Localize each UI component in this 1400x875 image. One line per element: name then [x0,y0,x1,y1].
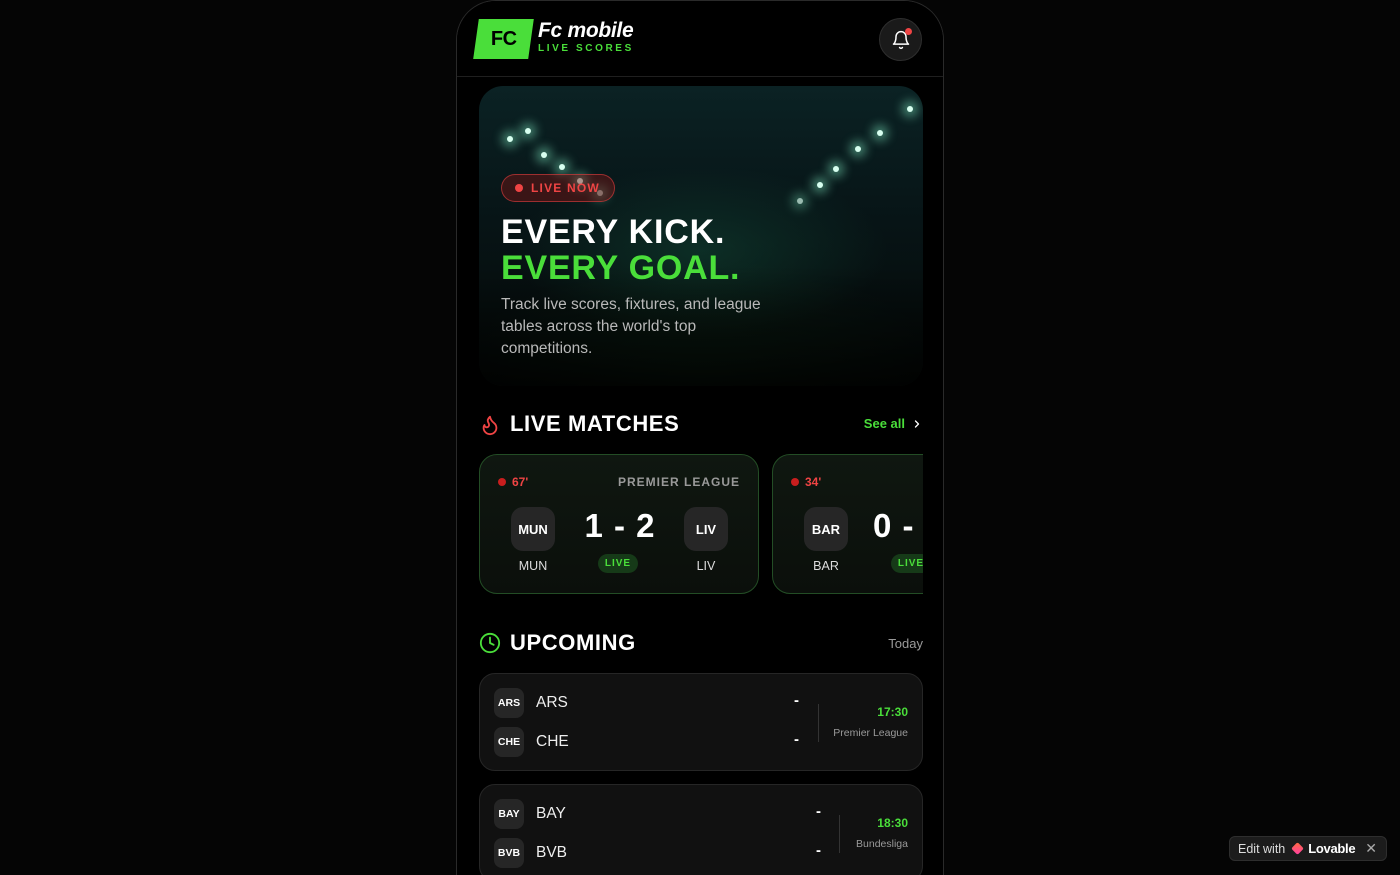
team-badge: ARS [494,688,524,718]
hero-banner: LIVE NOW EVERY KICK. EVERY GOAL. Track l… [479,86,923,386]
match-score: 0 - [873,507,915,544]
chevron-right-icon [914,419,920,428]
away-team-name: LIV [696,559,716,573]
live-now-badge: LIVE NOW [501,174,615,202]
hero-headline-1: EVERY KICK. [501,213,726,251]
away-team-crest: LIV [684,507,728,551]
match-minute: 67' [498,475,528,489]
team-name: ARS [536,694,568,711]
upcoming-header: UPCOMING Today [479,629,923,659]
home-team-name: BAR [813,559,839,573]
live-matches-header: LIVE MATCHES See all [479,410,923,440]
team-badge: BVB [494,838,524,868]
home-team-crest: MUN [511,507,555,551]
upcoming-title: UPCOMING [510,630,636,655]
match-minute: 34' [791,475,821,489]
live-match-card[interactable]: 34' BAR BAR 0 - LIVE [772,454,923,594]
team-name: BVB [536,844,568,861]
flame-icon [482,415,498,436]
close-icon[interactable]: ✕ [1365,840,1377,857]
app-name: Fc mobile [538,19,634,42]
app-header: FC Fc mobile LIVE SCORES [457,1,943,77]
team-badge: BAY [494,799,524,829]
app-subtitle: LIVE SCORES [538,43,634,54]
match-minute-label: 67' [512,475,529,489]
live-status-tag: LIVE [598,554,638,573]
fixture-divider [839,815,840,853]
edit-with-label: Edit with [1238,841,1286,856]
match-league: PREMIER LEAGUE [617,475,740,489]
away-score-placeholder: - [816,842,821,859]
team-name: CHE [536,733,569,750]
home-score-placeholder: - [794,692,799,709]
upcoming-filter[interactable]: Today [888,636,923,651]
away-score-placeholder: - [794,731,799,748]
fixture-away-team: BVB BVB [494,838,567,868]
live-dot [515,184,523,192]
fixture-league: Bundesliga [856,838,908,850]
fixture-time: 17:30 [877,705,908,719]
fixture-league: Premier League [833,727,908,739]
hero-headline-2: EVERY GOAL. [501,249,741,287]
live-matches-carousel[interactable]: 67' PREMIER LEAGUE MUN MUN 1 - 2 LIVE LI… [479,454,923,599]
live-match-card[interactable]: 67' PREMIER LEAGUE MUN MUN 1 - 2 LIVE LI… [479,454,759,594]
match-minute-label: 34' [805,475,822,489]
fixture-away-team: CHE CHE [494,727,569,757]
fixture-card[interactable]: BAY BAY BVB BVB - - 18:30 Bundesliga [479,784,923,875]
team-name: BAY [536,805,566,822]
mobile-frame: FC Fc mobile LIVE SCORES LIVE NOW EVERY … [456,0,944,875]
team-badge: CHE [494,727,524,757]
lovable-heart-icon [1291,842,1305,855]
home-team-name: MUN [518,559,548,573]
match-score: 1 - 2 [584,507,656,544]
live-status-tag: LIVE [891,554,923,573]
live-dot [791,478,799,486]
edit-with-lovable-badge[interactable]: Edit with Lovable ✕ [1229,836,1387,861]
see-all-link[interactable]: See all [864,416,923,431]
fixture-card[interactable]: ARS ARS CHE CHE - - 17:30 Premier League [479,673,923,771]
fixture-divider [818,704,819,742]
logo-text: FC [490,27,517,50]
live-now-label: LIVE NOW [531,181,600,195]
fixture-time: 18:30 [877,816,908,830]
notification-dot [905,28,912,35]
lovable-brand: Lovable [1308,841,1356,856]
notifications-button[interactable] [879,18,922,61]
clock-icon [479,632,501,654]
live-matches-title: LIVE MATCHES [510,411,680,436]
see-all-label: See all [863,416,905,431]
app-logo[interactable]: FC [473,19,534,59]
home-score-placeholder: - [816,803,821,820]
live-dot [498,478,506,486]
fixture-home-team: BAY BAY [494,799,566,829]
hero-description: Track live scores, fixtures, and league … [501,296,761,357]
fixture-home-team: ARS ARS [494,688,568,718]
home-team-crest: BAR [804,507,848,551]
